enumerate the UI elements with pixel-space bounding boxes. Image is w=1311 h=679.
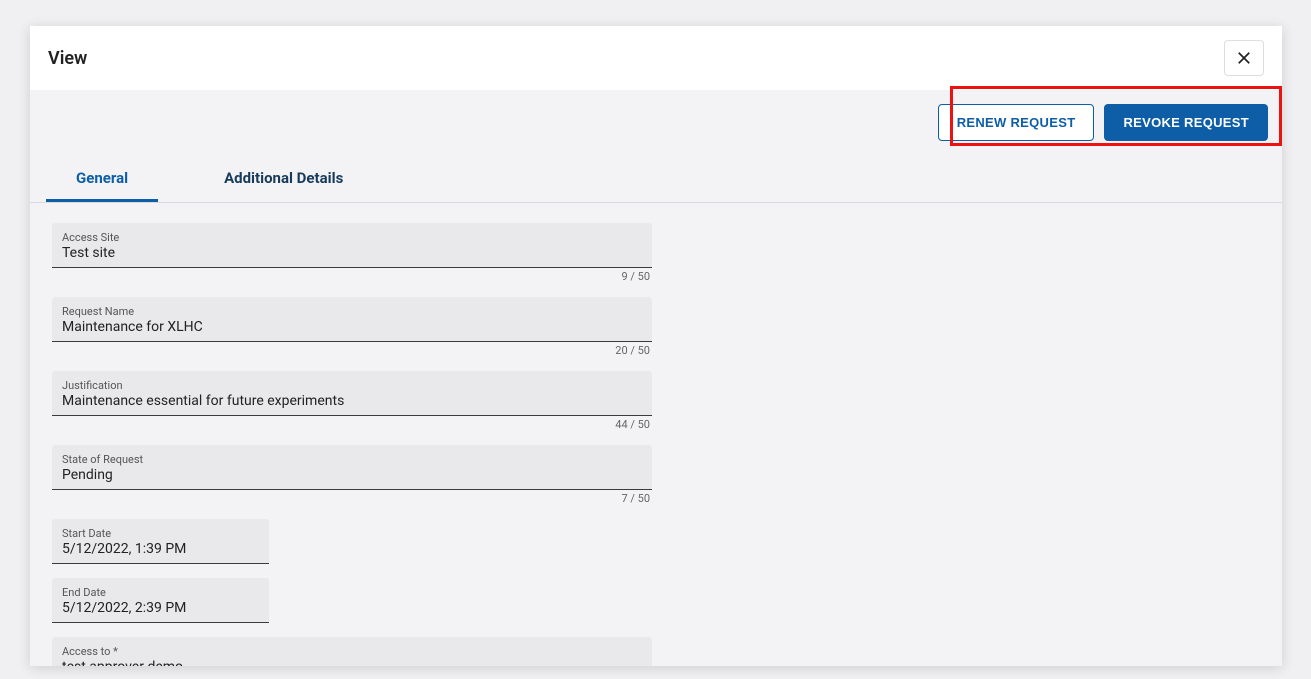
access-to-value: test approver demo [62,659,642,666]
access-to-label: Access to * [62,645,642,658]
request-name-label: Request Name [62,305,642,318]
field-block-access-to: Access to * test approver demo [52,637,1260,666]
form-scroll[interactable]: Access Site Test site 9 / 50 Request Nam… [30,203,1282,666]
access-to-field[interactable]: Access to * test approver demo [52,637,652,666]
access-site-counter: 9 / 50 [52,268,652,283]
action-bar: RENEW REQUEST REVOKE REQUEST [30,90,1282,155]
access-site-value: Test site [62,245,642,263]
field-block-access-site: Access Site Test site 9 / 50 [52,223,1260,283]
request-name-field[interactable]: Request Name Maintenance for XLHC [52,297,652,342]
dialog-header: View [30,26,1282,90]
renew-request-button[interactable]: RENEW REQUEST [938,104,1095,141]
close-button[interactable] [1224,40,1264,76]
content-area: RENEW REQUEST REVOKE REQUEST General Add… [30,90,1282,666]
field-block-state: State of Request Pending 7 / 50 [52,445,1260,505]
start-date-field[interactable]: Start Date 5/12/2022, 1:39 PM [52,519,269,564]
justification-label: Justification [62,379,642,392]
state-value: Pending [62,467,642,485]
tab-additional-details[interactable]: Additional Details [194,155,373,202]
access-site-label: Access Site [62,231,642,244]
state-field[interactable]: State of Request Pending [52,445,652,490]
close-icon [1235,49,1253,67]
end-date-field[interactable]: End Date 5/12/2022, 2:39 PM [52,578,269,623]
dialog-title: View [48,48,87,69]
access-site-field[interactable]: Access Site Test site [52,223,652,268]
revoke-request-button[interactable]: REVOKE REQUEST [1104,104,1268,141]
justification-value: Maintenance essential for future experim… [62,393,642,411]
state-label: State of Request [62,453,642,466]
start-date-value: 5/12/2022, 1:39 PM [62,541,259,559]
field-block-start-date: Start Date 5/12/2022, 1:39 PM [52,519,1260,564]
start-date-label: Start Date [62,527,259,540]
end-date-label: End Date [62,586,259,599]
tabs: General Additional Details [30,155,1282,203]
field-block-justification: Justification Maintenance essential for … [52,371,1260,431]
field-block-request-name: Request Name Maintenance for XLHC 20 / 5… [52,297,1260,357]
state-counter: 7 / 50 [52,490,652,505]
request-name-counter: 20 / 50 [52,342,652,357]
justification-counter: 44 / 50 [52,416,652,431]
request-name-value: Maintenance for XLHC [62,319,642,337]
tab-general[interactable]: General [46,155,158,202]
field-block-end-date: End Date 5/12/2022, 2:39 PM [52,578,1260,623]
end-date-value: 5/12/2022, 2:39 PM [62,600,259,618]
view-dialog: View RENEW REQUEST REVOKE REQUEST Genera… [30,26,1282,666]
justification-field[interactable]: Justification Maintenance essential for … [52,371,652,416]
